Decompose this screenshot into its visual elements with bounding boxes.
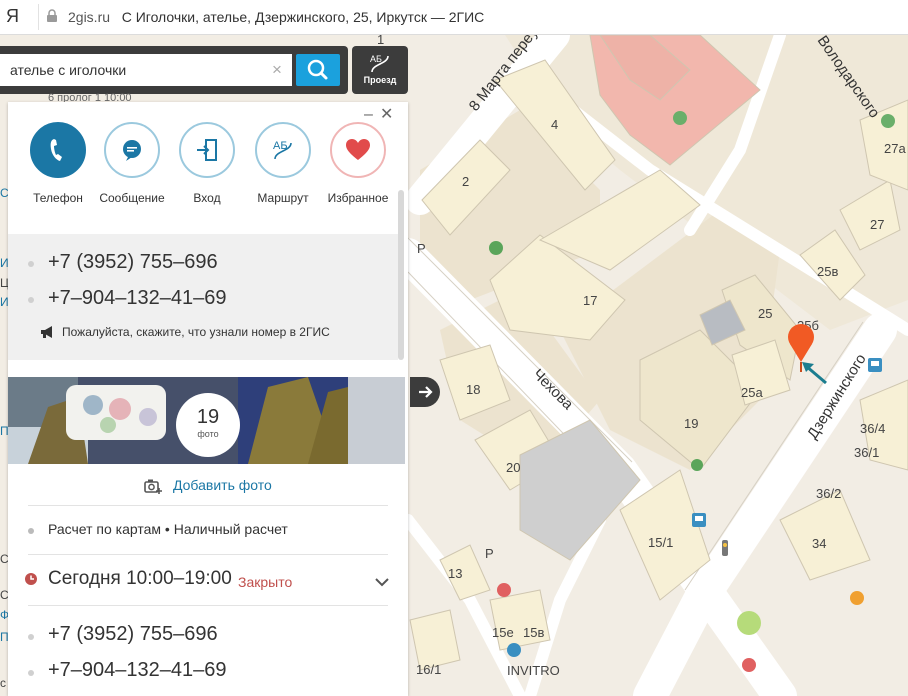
collapse-panel-button[interactable] bbox=[410, 377, 440, 407]
building-label: 15/1 bbox=[648, 535, 673, 550]
divider bbox=[28, 605, 388, 606]
route-button-label: Проезд bbox=[363, 75, 397, 85]
building-label: 15е bbox=[492, 625, 514, 640]
building-label: 13 bbox=[448, 566, 462, 581]
cafe-icon[interactable] bbox=[742, 658, 756, 672]
building-label: 27а bbox=[884, 141, 906, 156]
building-label: 36/2 bbox=[816, 486, 841, 501]
kindergarten-icon[interactable] bbox=[673, 111, 687, 125]
bus-stop-icon[interactable] bbox=[868, 358, 882, 372]
parking-icon: P bbox=[485, 546, 494, 561]
svg-text:АБ: АБ bbox=[370, 54, 382, 64]
action-entrance[interactable]: Вход bbox=[172, 122, 242, 205]
payment-bullet-icon bbox=[28, 528, 34, 534]
background-list-fragment: с bbox=[0, 676, 6, 690]
phone-number[interactable]: +7–904–132–41–69 bbox=[48, 659, 227, 682]
address-field[interactable]: 2gis.ru С Иголочки, ателье, Дзержинского… bbox=[68, 9, 484, 25]
chevron-down-icon[interactable] bbox=[374, 574, 390, 590]
traffic-light-icon bbox=[722, 540, 728, 556]
payment-info: Расчет по картам • Наличный расчет bbox=[48, 521, 288, 537]
phone-number[interactable]: +7 (3952) 755–696 bbox=[48, 251, 218, 274]
building-label: 15в bbox=[523, 625, 544, 640]
site-lock-icon bbox=[47, 9, 57, 22]
heart-icon bbox=[330, 122, 386, 178]
bus-stop-icon[interactable] bbox=[692, 513, 706, 527]
route-icon: АБ bbox=[370, 54, 389, 73]
search-button[interactable] bbox=[296, 54, 340, 86]
close-icon[interactable]: ✕ bbox=[380, 107, 393, 123]
photo-count: 19 bbox=[196, 406, 220, 428]
clock-icon bbox=[25, 573, 37, 585]
divider bbox=[28, 554, 388, 555]
building-label: 25в bbox=[817, 264, 838, 279]
camera-add-icon[interactable] bbox=[144, 478, 162, 494]
working-hours[interactable]: Сегодня 10:00–19:00 bbox=[48, 568, 232, 590]
building-label: 19 bbox=[684, 416, 698, 431]
shop-icon[interactable] bbox=[691, 459, 703, 471]
divider bbox=[28, 505, 388, 506]
action-favorite[interactable]: Избранное bbox=[323, 122, 393, 205]
minimize-icon[interactable]: – bbox=[364, 107, 373, 123]
message-icon bbox=[104, 122, 160, 178]
action-phone[interactable]: Телефон bbox=[23, 122, 93, 205]
route-icon: АБ bbox=[255, 122, 311, 178]
panel-scrollbar[interactable] bbox=[398, 190, 404, 360]
address-separator bbox=[38, 4, 39, 30]
phone-icon bbox=[30, 122, 86, 178]
building-label: 4 bbox=[551, 117, 558, 132]
building-label: 18 bbox=[466, 382, 480, 397]
pharmacy-icon[interactable] bbox=[497, 583, 511, 597]
phone-number[interactable]: +7 (3952) 755–696 bbox=[48, 623, 218, 646]
building-label: 27 bbox=[870, 217, 884, 232]
add-photo-link[interactable]: Добавить фото bbox=[173, 477, 272, 493]
phone-bullet-icon bbox=[28, 670, 34, 676]
building-label: 36/1 bbox=[854, 445, 879, 460]
action-label: Избранное bbox=[327, 191, 389, 205]
lab-icon[interactable] bbox=[507, 643, 521, 657]
phone-number[interactable]: +7–904–132–41–69 bbox=[48, 287, 227, 310]
phone-note: Пожалуйста, скажите, что узнали номер в … bbox=[62, 325, 330, 339]
action-message[interactable]: Сообщение bbox=[97, 122, 167, 205]
building-label: 36/4 bbox=[860, 421, 885, 436]
action-route[interactable]: АБ Маршрут bbox=[248, 122, 318, 205]
poi-label-invitro: INVITRO bbox=[507, 663, 560, 678]
photo-count-badge[interactable]: 19 фото bbox=[176, 393, 240, 457]
url-host: 2gis.ru bbox=[68, 9, 111, 25]
entrance-icon bbox=[179, 122, 235, 178]
phone-bullet-icon bbox=[28, 297, 34, 303]
phone-bullet-icon bbox=[28, 634, 34, 640]
building-label: 34 bbox=[812, 536, 826, 551]
page-title: С Иголочки, ателье, Дзержинского, 25, Ир… bbox=[121, 9, 485, 25]
building-label: 25 bbox=[758, 306, 772, 321]
poi-icon[interactable] bbox=[881, 114, 895, 128]
parking-icon: P bbox=[417, 241, 426, 256]
building-label: 2 bbox=[462, 174, 469, 189]
megaphone-icon bbox=[41, 326, 52, 338]
browser-address-bar: Я 2gis.ru С Иголочки, ателье, Дзержинско… bbox=[0, 0, 908, 35]
photo-count-label: фото bbox=[197, 429, 219, 439]
building-label: 16/1 bbox=[416, 662, 441, 677]
clear-search-icon[interactable]: × bbox=[268, 59, 286, 81]
search-input[interactable] bbox=[0, 54, 292, 86]
svg-text:АБ: АБ bbox=[273, 140, 288, 152]
building-label: 17 bbox=[583, 293, 597, 308]
route-button[interactable]: АБ Проезд bbox=[352, 46, 408, 94]
building-label: 25а bbox=[741, 385, 763, 400]
browser-logo[interactable]: Я bbox=[6, 6, 19, 27]
phone-bullet-icon bbox=[28, 261, 34, 267]
park-icon[interactable] bbox=[489, 241, 503, 255]
arrow-right-icon bbox=[419, 386, 433, 398]
search-icon bbox=[307, 59, 328, 80]
restaurant-icon[interactable] bbox=[850, 591, 864, 605]
building-label: 20 bbox=[506, 460, 520, 475]
status-badge: Закрыто bbox=[238, 574, 293, 590]
